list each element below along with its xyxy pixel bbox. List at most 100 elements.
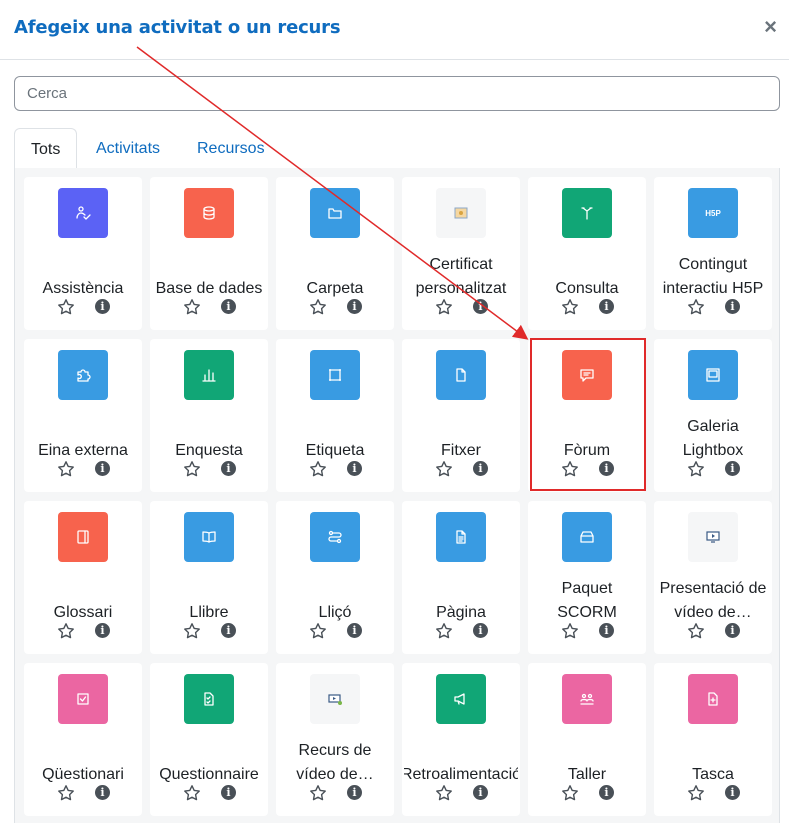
module-label[interactable]: Eina externa bbox=[26, 415, 140, 463]
tab-all[interactable]: Tots bbox=[14, 128, 78, 170]
info-icon[interactable]: i bbox=[221, 461, 236, 476]
module-card[interactable]: Consulta i bbox=[528, 177, 646, 330]
module-card[interactable]: Eina externa i bbox=[24, 339, 142, 492]
module-label[interactable]: Presentació de vídeo de… bbox=[656, 577, 770, 625]
info-icon[interactable]: i bbox=[725, 461, 740, 476]
info-icon[interactable]: i bbox=[221, 785, 236, 800]
star-icon[interactable] bbox=[435, 784, 453, 802]
module-label[interactable]: Etiqueta bbox=[278, 415, 392, 463]
info-icon[interactable]: i bbox=[473, 785, 488, 800]
star-icon[interactable] bbox=[57, 622, 75, 640]
file-icon[interactable] bbox=[436, 350, 486, 400]
book-icon[interactable] bbox=[184, 512, 234, 562]
module-card[interactable]: H5P Contingut interactiu H5P i bbox=[654, 177, 772, 330]
scorm-icon[interactable] bbox=[562, 512, 612, 562]
puzzle-icon[interactable] bbox=[58, 350, 108, 400]
module-label[interactable]: Pàgina bbox=[404, 577, 518, 625]
module-card[interactable]: Questionnaire i bbox=[150, 663, 268, 816]
feedback-icon[interactable] bbox=[436, 674, 486, 724]
info-icon[interactable]: i bbox=[599, 461, 614, 476]
info-icon[interactable]: i bbox=[95, 299, 110, 314]
info-icon[interactable]: i bbox=[347, 299, 362, 314]
tab-activities[interactable]: Activitats bbox=[80, 128, 176, 169]
bar-chart-icon[interactable] bbox=[184, 350, 234, 400]
star-icon[interactable] bbox=[309, 622, 327, 640]
module-label[interactable]: Fòrum bbox=[530, 415, 644, 463]
star-icon[interactable] bbox=[561, 622, 579, 640]
info-icon[interactable]: i bbox=[473, 461, 488, 476]
module-card[interactable]: Qüestionari i bbox=[24, 663, 142, 816]
assignment-icon[interactable] bbox=[688, 674, 738, 724]
module-card[interactable]: Base de dades i bbox=[150, 177, 268, 330]
tab-resources[interactable]: Recursos bbox=[181, 128, 281, 169]
module-label[interactable]: Base de dades bbox=[152, 253, 266, 301]
module-card[interactable]: Recurs de vídeo de… i bbox=[276, 663, 394, 816]
module-card[interactable]: Llibre i bbox=[150, 501, 268, 654]
close-icon[interactable]: × bbox=[764, 16, 777, 38]
module-label[interactable]: Galeria Lightbox bbox=[656, 415, 770, 463]
label-icon[interactable] bbox=[310, 350, 360, 400]
module-card[interactable]: Enquesta i bbox=[150, 339, 268, 492]
module-label[interactable]: Enquesta bbox=[152, 415, 266, 463]
module-card[interactable]: Pàgina i bbox=[402, 501, 520, 654]
gallery-icon[interactable] bbox=[688, 350, 738, 400]
module-label[interactable]: Tasca bbox=[656, 739, 770, 787]
database-icon[interactable] bbox=[184, 188, 234, 238]
module-card[interactable]: Glossari i bbox=[24, 501, 142, 654]
module-card[interactable]: Retroalimentació i bbox=[402, 663, 520, 816]
assistance-icon[interactable] bbox=[58, 188, 108, 238]
info-icon[interactable]: i bbox=[473, 623, 488, 638]
star-icon[interactable] bbox=[435, 298, 453, 316]
module-label[interactable]: Carpeta bbox=[278, 253, 392, 301]
module-card[interactable]: Certificat personalitzat i bbox=[402, 177, 520, 330]
video-presentation-icon[interactable] bbox=[688, 512, 738, 562]
star-icon[interactable] bbox=[183, 298, 201, 316]
module-label[interactable]: Assistència bbox=[26, 253, 140, 301]
star-icon[interactable] bbox=[309, 298, 327, 316]
star-icon[interactable] bbox=[57, 460, 75, 478]
folder-icon[interactable] bbox=[310, 188, 360, 238]
module-label[interactable]: Contingut interactiu H5P bbox=[656, 253, 770, 301]
module-label[interactable]: Fitxer bbox=[404, 415, 518, 463]
glossary-icon[interactable] bbox=[58, 512, 108, 562]
star-icon[interactable] bbox=[435, 460, 453, 478]
module-card[interactable]: Assistència i bbox=[24, 177, 142, 330]
questionnaire-icon[interactable] bbox=[184, 674, 234, 724]
star-icon[interactable] bbox=[561, 298, 579, 316]
page-icon[interactable] bbox=[436, 512, 486, 562]
module-card[interactable]: Carpeta i bbox=[276, 177, 394, 330]
info-icon[interactable]: i bbox=[221, 623, 236, 638]
info-icon[interactable]: i bbox=[221, 299, 236, 314]
module-card[interactable]: Galeria Lightbox i bbox=[654, 339, 772, 492]
module-card[interactable]: Etiqueta i bbox=[276, 339, 394, 492]
module-card[interactable]: Tasca i bbox=[654, 663, 772, 816]
star-icon[interactable] bbox=[561, 784, 579, 802]
info-icon[interactable]: i bbox=[725, 299, 740, 314]
star-icon[interactable] bbox=[57, 784, 75, 802]
module-label[interactable]: Paquet SCORM bbox=[530, 577, 644, 625]
module-card[interactable]: Presentació de vídeo de… i bbox=[654, 501, 772, 654]
module-label[interactable]: Taller bbox=[530, 739, 644, 787]
info-icon[interactable]: i bbox=[599, 623, 614, 638]
star-icon[interactable] bbox=[183, 460, 201, 478]
star-icon[interactable] bbox=[183, 622, 201, 640]
info-icon[interactable]: i bbox=[599, 785, 614, 800]
info-icon[interactable]: i bbox=[599, 299, 614, 314]
lesson-icon[interactable] bbox=[310, 512, 360, 562]
star-icon[interactable] bbox=[687, 298, 705, 316]
info-icon[interactable]: i bbox=[347, 623, 362, 638]
module-label[interactable]: Llibre bbox=[152, 577, 266, 625]
search-input[interactable] bbox=[14, 76, 780, 111]
info-icon[interactable]: i bbox=[725, 785, 740, 800]
workshop-icon[interactable] bbox=[562, 674, 612, 724]
star-icon[interactable] bbox=[687, 784, 705, 802]
choice-icon[interactable] bbox=[562, 188, 612, 238]
module-card[interactable]: Fitxer i bbox=[402, 339, 520, 492]
info-icon[interactable]: i bbox=[725, 623, 740, 638]
module-card[interactable]: Paquet SCORM i bbox=[528, 501, 646, 654]
star-icon[interactable] bbox=[57, 298, 75, 316]
info-icon[interactable]: i bbox=[347, 461, 362, 476]
module-label[interactable]: Lliçó bbox=[278, 577, 392, 625]
module-card[interactable]: Fòrum i bbox=[528, 339, 646, 492]
module-label[interactable]: Retroalimentació bbox=[404, 739, 518, 787]
